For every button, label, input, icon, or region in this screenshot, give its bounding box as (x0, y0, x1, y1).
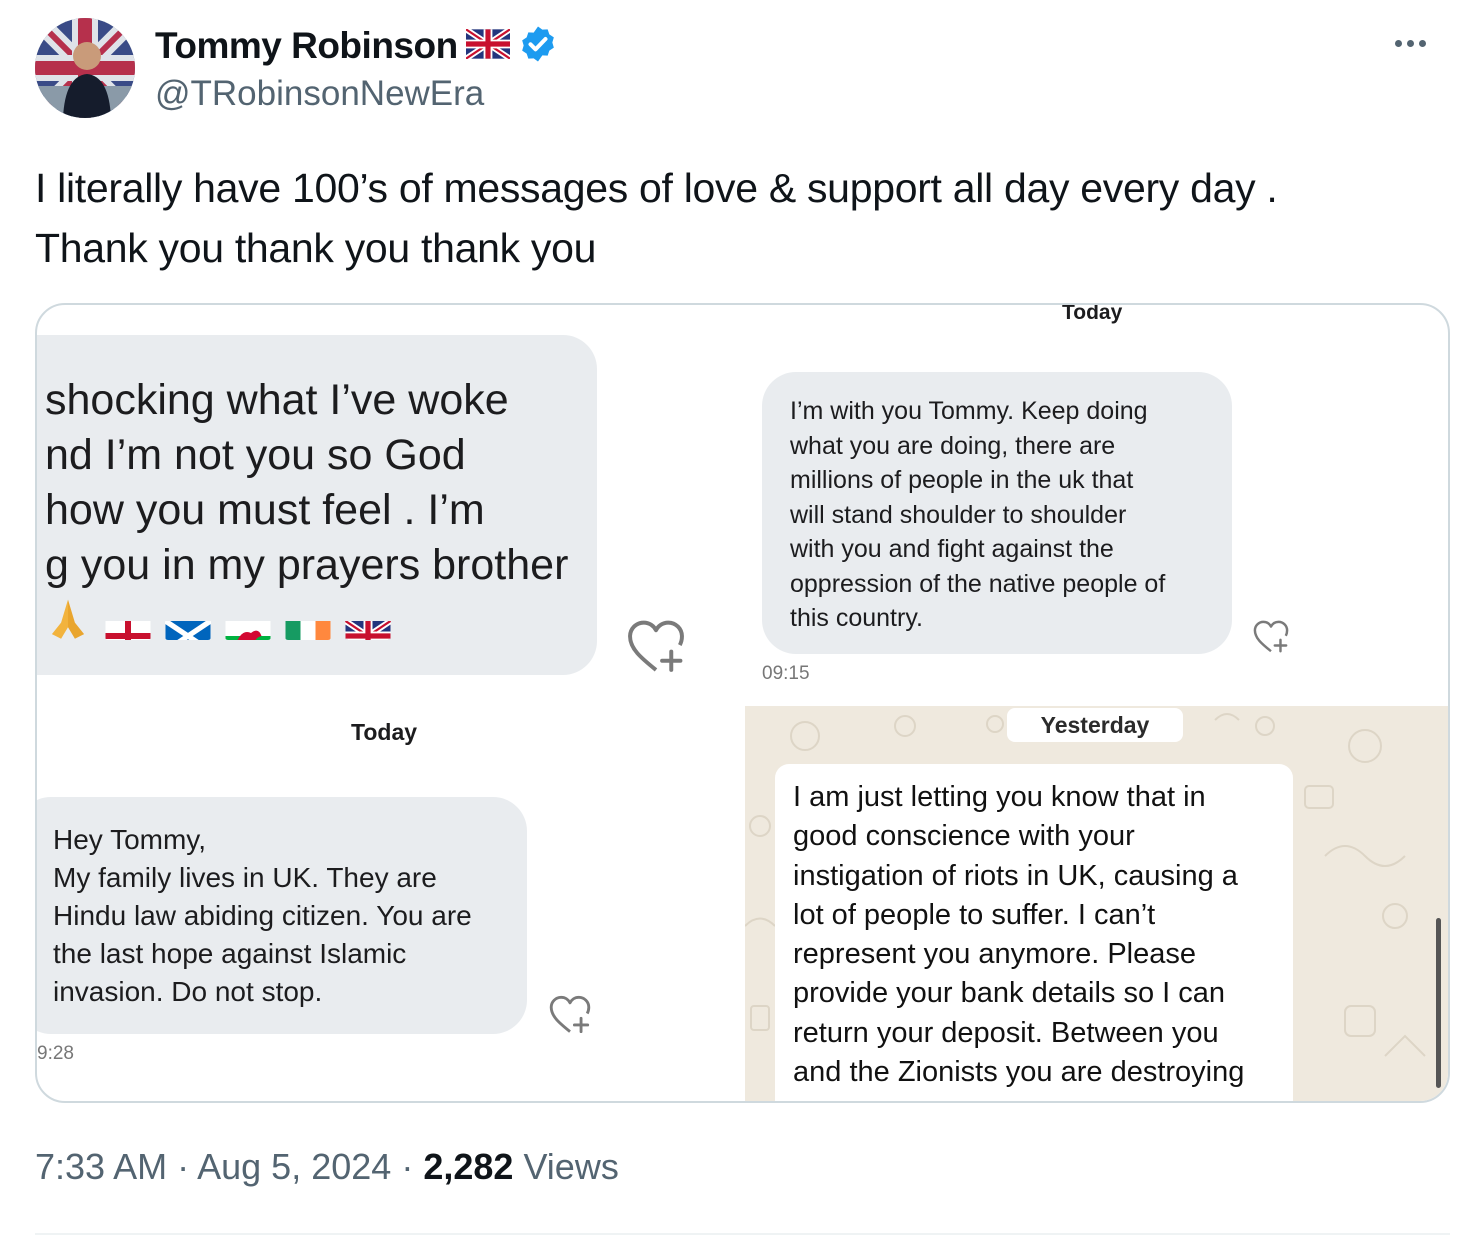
message-time: 09:15 (762, 663, 810, 684)
tweet-date[interactable]: Aug 5, 2024 (197, 1146, 391, 1187)
tweet-text-line: Thank you thank you thank you (35, 225, 597, 271)
message-line: g you in my prayers brother (45, 541, 569, 589)
message-line: and the Zionists you are destroying (793, 1056, 1245, 1089)
heart-plus-icon (625, 618, 687, 681)
message-line: millions of people in the uk that (790, 466, 1134, 494)
display-name[interactable]: Tommy Robinson (155, 25, 458, 67)
uk-flag-icon (345, 610, 391, 640)
message-line: with you and fight against the (790, 535, 1114, 563)
day-label: Yesterday (1007, 708, 1183, 742)
heart-plus-icon (547, 994, 593, 1041)
more-dot-icon (1418, 39, 1426, 47)
message-line: provide your bank details so I can (793, 977, 1226, 1010)
whatsapp-chat-panel: Yesterday I am just letting you know tha… (745, 706, 1448, 1101)
message-line: I am just letting you know that in (793, 781, 1206, 813)
tweet-header: Tommy Robinson @TRobinsonNewEra (35, 18, 1435, 123)
scrollbar-thumb[interactable] (1436, 918, 1441, 1088)
uk-flag-icon (464, 26, 512, 64)
tweet-text: I literally have 100’s of messages of lo… (35, 158, 1435, 278)
more-dot-icon (1406, 39, 1414, 47)
message-bubble-1: shocking what I’ve woke nd I’m not you s… (37, 335, 597, 675)
message-time: 9:28 (37, 1043, 74, 1064)
message-line: Hindu law abiding citizen. You are (53, 900, 472, 931)
message-line: what you are doing, there are (790, 431, 1116, 460)
message-line: instigation of riots in UK, causing a (793, 859, 1238, 892)
day-label: Today (351, 719, 418, 745)
heart-plus-icon (1251, 619, 1291, 660)
tweet-time[interactable]: 7:33 AM (35, 1146, 167, 1187)
message-line: invasion. Do not stop. (53, 976, 323, 1007)
tweet-text-line: I literally have 100’s of messages of lo… (35, 165, 1278, 211)
message-line: nd I’m not you so God (45, 431, 466, 479)
message-line: oppression of the native people of (790, 569, 1166, 598)
message-line: the last hope against Islamic (53, 938, 407, 969)
message-line: My family lives in UK. They are (53, 862, 437, 893)
message-bubble-4: I am just letting you know that in good … (775, 764, 1293, 1101)
message-line: will stand shoulder to shoulder (790, 500, 1127, 529)
message-bubble-2: I’m with you Tommy. Keep doing what you … (762, 372, 1232, 654)
message-line: this country. (790, 604, 923, 632)
message-line: shocking what I’ve woke (45, 376, 509, 424)
message-bubble-3: Hey Tommy, My family lives in UK. They a… (37, 797, 527, 1034)
meta-separator: · (177, 1146, 190, 1187)
verified-badge-icon[interactable] (518, 24, 558, 69)
tweet-meta: 7:33 AM · Aug 5, 2024 · 2,282 Views (35, 1146, 619, 1188)
message-line: lot of people to suffer. I can’t (793, 898, 1156, 931)
more-options-button[interactable] (1385, 28, 1435, 58)
ireland-flag-icon (285, 610, 331, 640)
message-line: return your deposit. Between you (793, 1016, 1219, 1049)
views-label: Views (523, 1146, 619, 1187)
scotland-flag-icon (165, 610, 211, 640)
praying-hands-icon (45, 595, 91, 655)
message-line: represent you anymore. Please (793, 938, 1196, 971)
message-line: Hey Tommy, (53, 824, 206, 855)
wales-flag-icon (225, 610, 271, 640)
meta-separator: · (401, 1146, 414, 1187)
tweet-media-image[interactable]: shocking what I’ve woke nd I’m not you s… (35, 303, 1450, 1103)
message-line: I’m with you Tommy. Keep doing (790, 397, 1148, 425)
day-label: Today (1062, 303, 1123, 324)
views-count: 2,282 (423, 1146, 514, 1187)
message-line: good conscience with your (793, 820, 1135, 853)
more-dot-icon (1394, 39, 1402, 47)
england-flag-icon (105, 610, 151, 640)
emoji-row (45, 595, 597, 655)
user-handle[interactable]: @TRobinsonNewEra (155, 74, 558, 114)
avatar[interactable] (35, 18, 135, 118)
divider (35, 1233, 1450, 1235)
message-line: how you must feel . I’m (45, 486, 485, 534)
